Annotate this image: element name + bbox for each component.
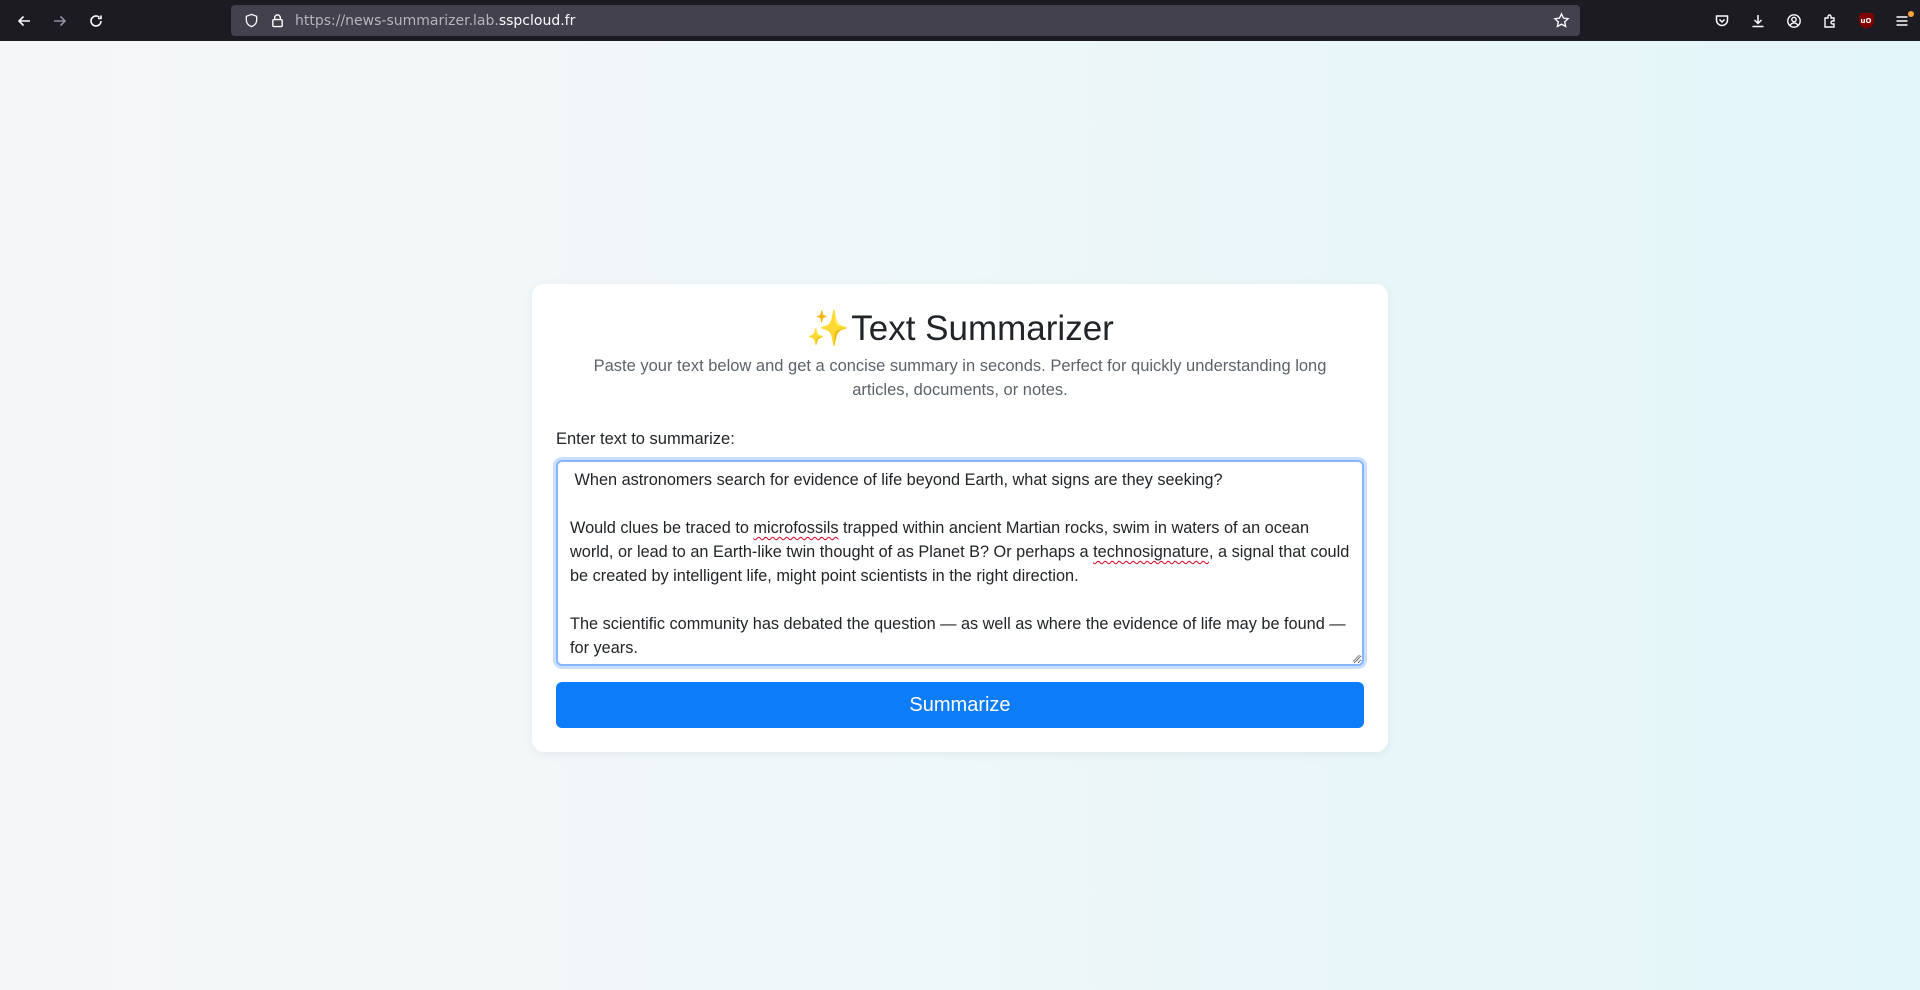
page-title: ✨ Text Summarizer [532,308,1388,349]
url-host: sspcloud.fr [498,12,576,29]
text-input-area[interactable]: When astronomers search for evidence of … [556,460,1364,666]
page-subtitle: Paste your text below and get a concise … [593,357,1327,399]
back-arrow-icon[interactable] [6,3,42,39]
reload-icon[interactable] [78,3,114,39]
browser-toolbar: https://news-summarizer.lab.sspcloud.fr … [0,0,1920,41]
pocket-icon[interactable] [1704,3,1740,39]
url-bar[interactable]: https://news-summarizer.lab.sspcloud.fr [231,5,1580,36]
paragraph-2: Would clues be traced to microfossils tr… [570,519,1354,585]
resize-grip-icon[interactable] [1352,654,1360,662]
tracking-protection-shield-icon[interactable] [243,13,259,29]
update-badge [1908,10,1914,17]
ublock-badge: uO [1858,13,1874,28]
paragraph-3: The scientific community has debated the… [570,615,1351,657]
forward-arrow-icon[interactable] [42,3,78,39]
paragraph-1: When astronomers search for evidence of … [570,471,1223,489]
sparkles-icon: ✨ [806,309,850,348]
misspelled-word-microfossils: microfossils [753,519,839,537]
toolbar-right-icons: uO [1704,0,1920,41]
account-icon[interactable] [1776,3,1812,39]
ublock-origin-icon[interactable]: uO [1848,3,1884,39]
misspelled-word-technosignature: technosignature [1093,543,1209,561]
url-text[interactable]: https://news-summarizer.lab.sspcloud.fr [295,13,575,29]
download-icon[interactable] [1740,3,1776,39]
padlock-icon[interactable] [269,13,285,29]
extensions-puzzle-icon[interactable] [1812,3,1848,39]
title-text: Text Summarizer [851,309,1114,348]
bookmark-star-icon[interactable] [1553,12,1570,29]
background-band [0,41,114,990]
hamburger-menu-icon[interactable] [1884,3,1920,39]
summarizer-card: ✨ Text Summarizer Paste your text below … [532,284,1388,752]
summarize-button[interactable]: Summarize [556,682,1364,728]
paragraph-2-part-a: Would clues be traced to [570,519,754,537]
url-path: https://news-summarizer.lab. [295,12,499,29]
page-content: ✨ Text Summarizer Paste your text below … [0,41,1920,990]
input-label: Enter text to summarize: [556,430,735,448]
